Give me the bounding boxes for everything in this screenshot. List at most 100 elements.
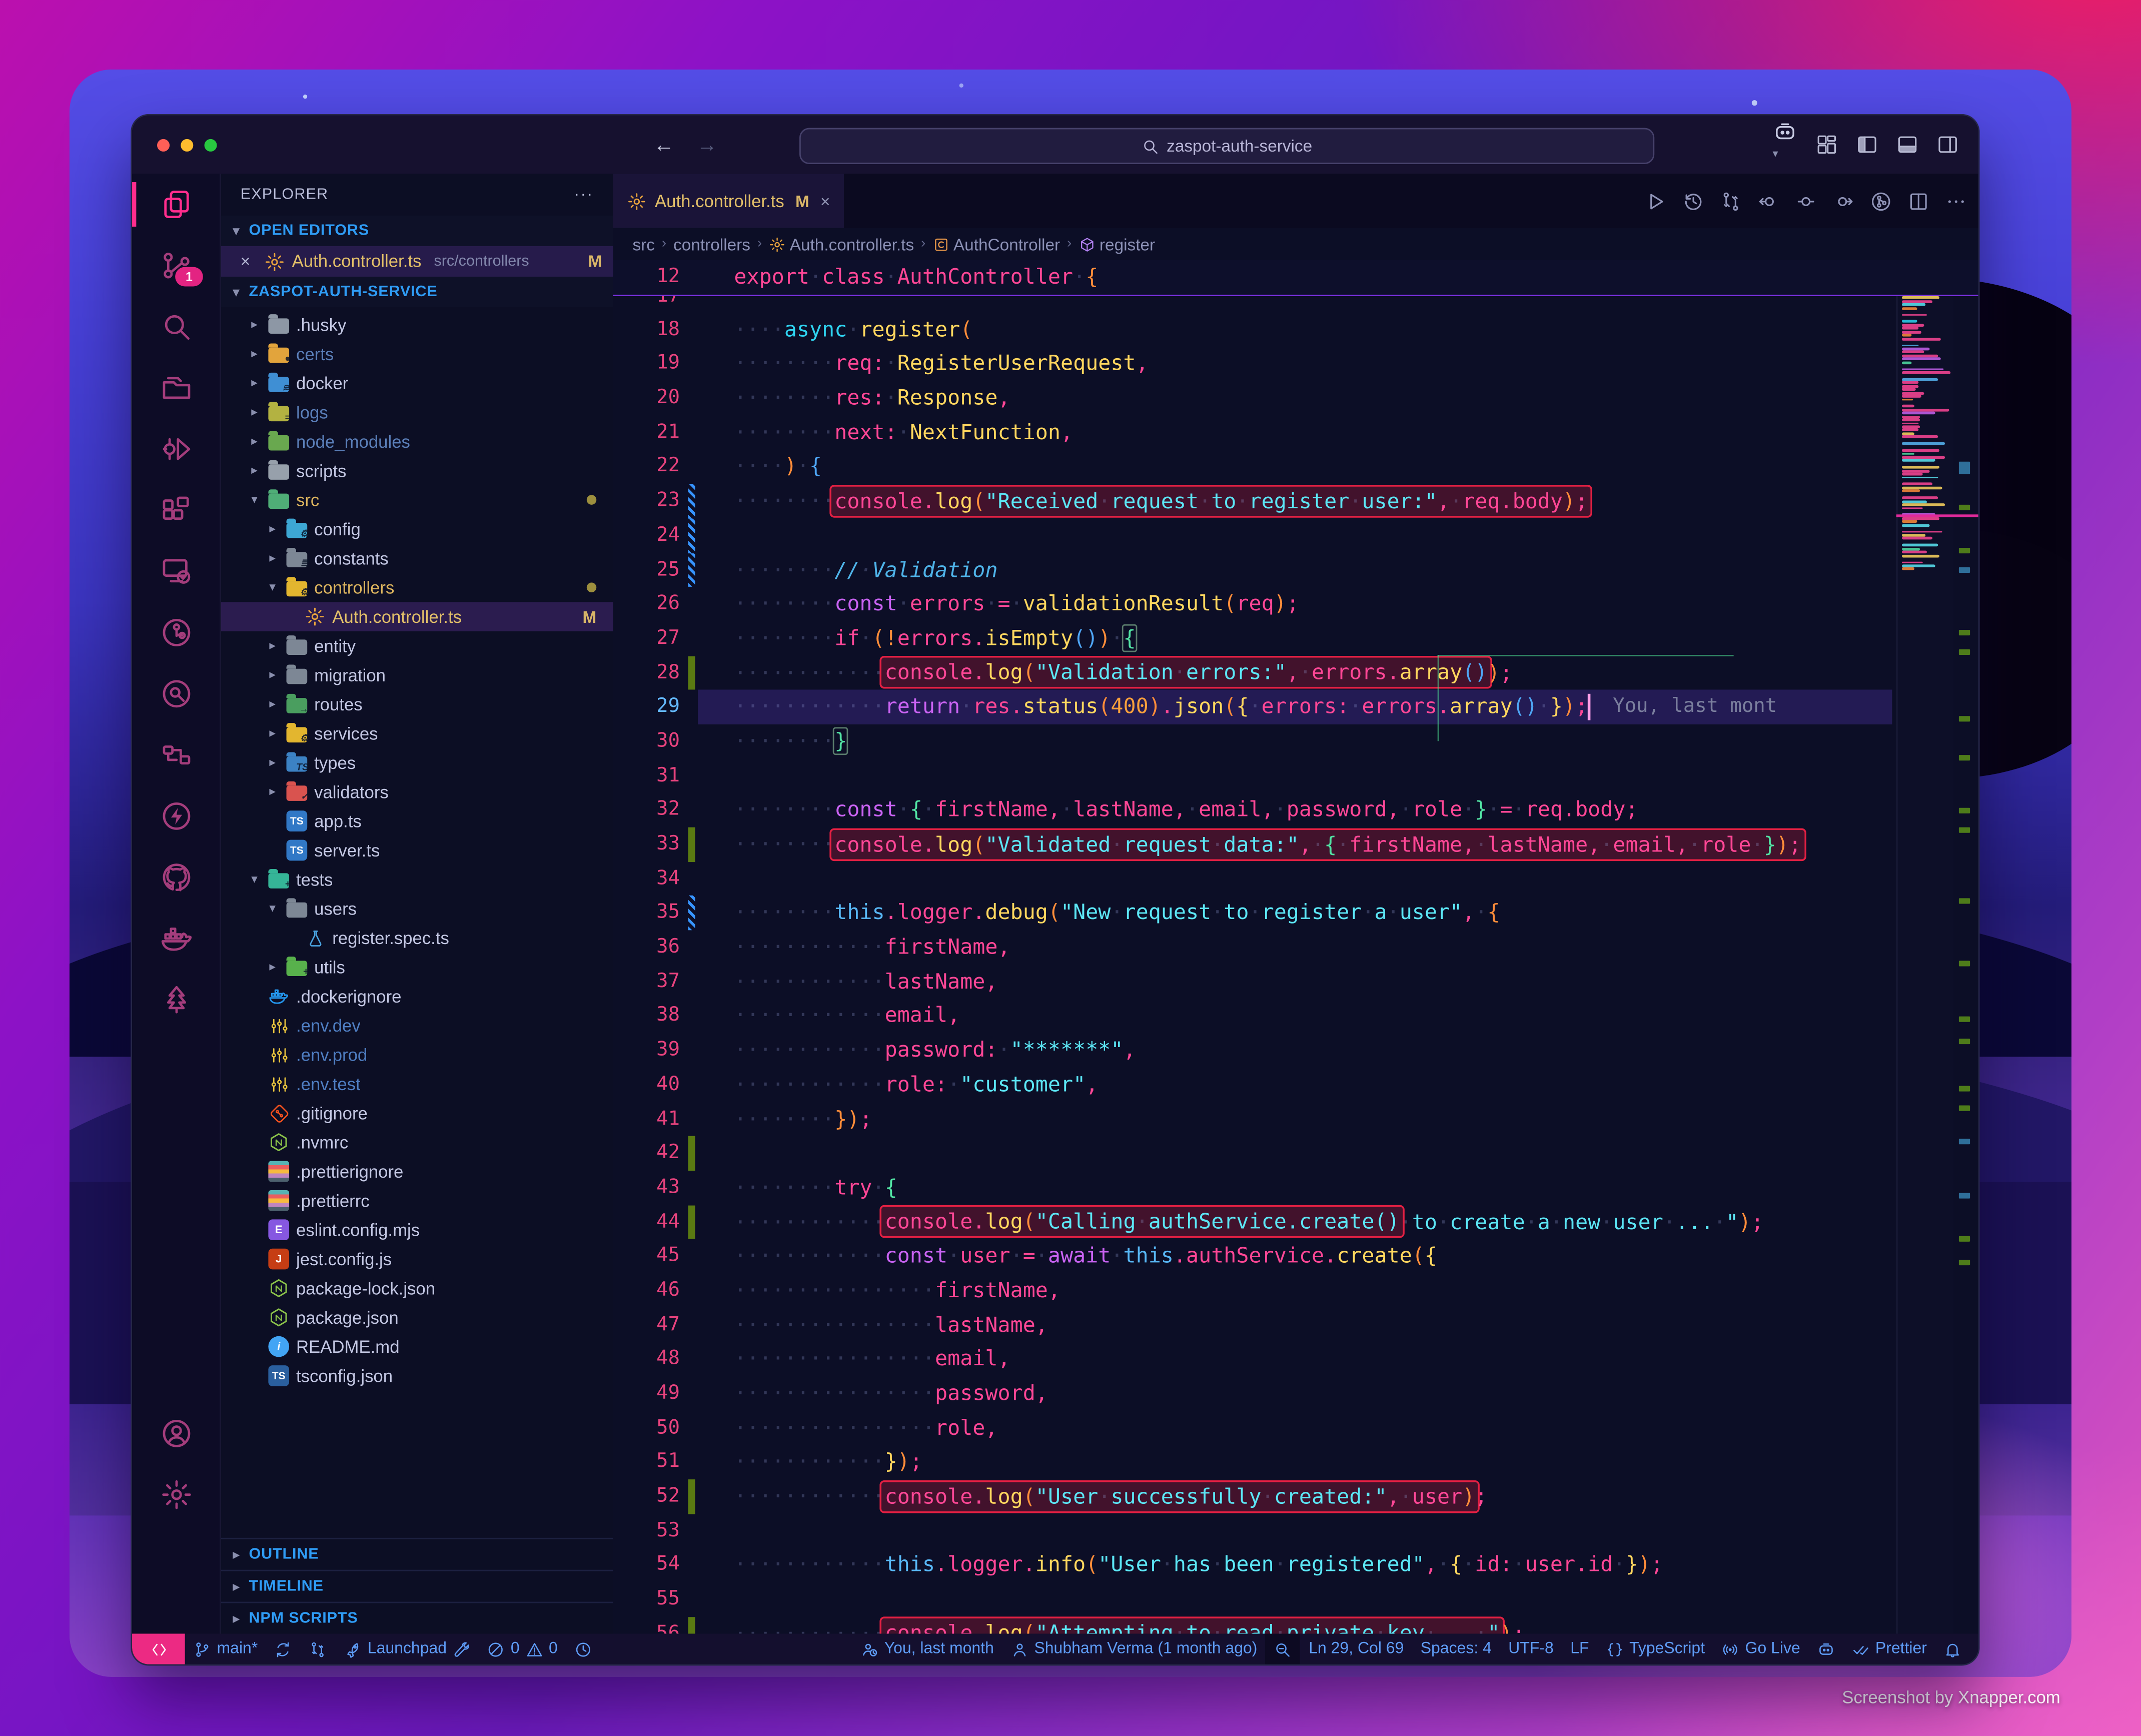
status-copilot[interactable] [1809, 1634, 1843, 1664]
tree-item-.husky[interactable]: ▸ .husky [221, 310, 613, 339]
minimap[interactable] [1896, 260, 1955, 1634]
code-line-18[interactable]: 18····async·register( [613, 312, 1978, 347]
code-line-50[interactable]: 50················role, [613, 1411, 1978, 1445]
breadcrumb-src[interactable]: src [633, 234, 655, 254]
more-icon[interactable] [1945, 190, 1967, 212]
code-line-37[interactable]: 37············lastName, [613, 965, 1978, 999]
code-line-52[interactable]: 52············console.log("User·successf… [613, 1479, 1978, 1514]
status-spaces-4[interactable]: Spaces: 4 [1412, 1634, 1500, 1664]
tree-item-package.json[interactable]: package.json [221, 1303, 613, 1332]
activity-git-workflow-icon[interactable] [132, 724, 220, 785]
tree-item-config[interactable]: ▸ ⚙ config [221, 514, 613, 543]
code-line-39[interactable]: 39············password:·"*******", [613, 1033, 1978, 1068]
tree-item-.env.prod[interactable]: .env.prod [221, 1040, 613, 1069]
code-line-32[interactable]: 32········const·{·firstName,·lastName,·e… [613, 793, 1978, 827]
tree-item-register.spec.ts[interactable]: register.spec.ts [221, 923, 613, 952]
code-line-34[interactable]: 34 [613, 861, 1978, 896]
tree-item-README.md[interactable]: i README.md [221, 1332, 613, 1361]
tree-item-users[interactable]: ▾ users [221, 894, 613, 923]
code-line-44[interactable]: 44············console.log("Calling·authS… [613, 1205, 1978, 1239]
tree-item-scripts[interactable]: ▸ scripts [221, 456, 613, 485]
status-bell[interactable] [1935, 1634, 1970, 1664]
tree-item-jest.config.js[interactable]: J jest.config.js [221, 1244, 613, 1273]
minimize-window-button[interactable] [181, 139, 193, 151]
tree-item-.env.dev[interactable]: .env.dev [221, 1011, 613, 1040]
close-window-button[interactable] [157, 139, 170, 151]
tree-item-app.ts[interactable]: TS app.ts [221, 806, 613, 835]
code-line-54[interactable]: 54············this.logger.info("User·has… [613, 1548, 1978, 1582]
activity-explorer-icon[interactable] [132, 174, 220, 235]
tree-item-src[interactable]: ▾ src [221, 485, 613, 514]
nav-forward-icon[interactable] [1832, 190, 1854, 212]
nav-back-icon[interactable] [1757, 190, 1779, 212]
code-line-28[interactable]: 28············console.log("Validation·er… [613, 656, 1978, 690]
tree-item-certs[interactable]: ▸ ● certs [221, 339, 613, 368]
code-line-42[interactable]: 42 [613, 1136, 1978, 1171]
tree-item-migration[interactable]: ▸ migration [221, 660, 613, 689]
activity-account-icon[interactable] [132, 1403, 220, 1464]
status-prettier[interactable]: Prettier [1843, 1634, 1935, 1664]
tree-item-Auth.controller.ts[interactable]: Auth.controller.ts M [221, 602, 613, 631]
code-line-22[interactable]: 22····)·{ [613, 450, 1978, 484]
activity-file-explorer-alt-icon[interactable] [132, 357, 220, 418]
tree-item-utils[interactable]: ▸ + utils [221, 953, 613, 982]
history-back-button[interactable]: ← [653, 133, 674, 156]
code-line-24[interactable]: 24 [613, 518, 1978, 553]
activity-search-icon[interactable] [132, 296, 220, 357]
history-icon[interactable] [1682, 190, 1704, 212]
code-editor[interactable]: 12export·class·AuthController·{1718····a… [613, 260, 1978, 1634]
tree-item-.dockerignore[interactable]: .dockerignore [221, 982, 613, 1011]
code-line-53[interactable]: 53 [613, 1514, 1978, 1548]
code-line-25[interactable]: 25········//·Validation [613, 553, 1978, 587]
tab-au th-controller[interactable]: Auth.controller.ts M × [613, 174, 844, 228]
split-editor-icon[interactable] [1907, 190, 1929, 212]
tree-item-.prettierrc[interactable]: .prettierrc [221, 1186, 613, 1215]
code-line-45[interactable]: 45············const·user·=·await·this.au… [613, 1239, 1978, 1274]
copilot-icon[interactable]: ▾ [1772, 120, 1797, 170]
activity-source-control-icon[interactable]: 1 [132, 235, 220, 296]
section-timeline[interactable]: ▸TIMELINE [221, 1570, 613, 1602]
tree-item-validators[interactable]: ▸ ✓ validators [221, 777, 613, 806]
code-line-27[interactable]: 27········if·(!errors.isEmpty())·{ [613, 621, 1978, 656]
activity-settings-icon[interactable] [132, 1464, 220, 1525]
status-go-live[interactable]: Go Live [1713, 1634, 1809, 1664]
activity-run-debug-icon[interactable] [132, 419, 220, 480]
status-0[interactable]: 00 [479, 1634, 566, 1664]
code-line-38[interactable]: 38············email, [613, 999, 1978, 1034]
tree-item-.nvmrc[interactable]: .nvmrc [221, 1128, 613, 1157]
code-line-55[interactable]: 55 [613, 1582, 1978, 1617]
history-forward-button[interactable]: → [696, 133, 717, 156]
tab-close-icon[interactable]: × [820, 191, 830, 211]
panel-left-icon[interactable] [1856, 134, 1878, 156]
breadcrumb-AuthController[interactable]: AuthController [932, 234, 1060, 254]
status-sync[interactable] [266, 1634, 301, 1664]
code-line-17[interactable]: 17 [613, 296, 1978, 312]
tree-item-package-lock.json[interactable]: package-lock.json [221, 1274, 613, 1303]
remote-indicator-button[interactable] [132, 1634, 185, 1664]
activity-github-icon[interactable] [132, 847, 220, 908]
tree-item-types[interactable]: ▸ TS types [221, 748, 613, 777]
tree-item-node-modules[interactable]: ▸ node_modules [221, 427, 613, 456]
code-line-43[interactable]: 43········try·{ [613, 1171, 1978, 1205]
section-outline[interactable]: ▸OUTLINE [221, 1538, 613, 1570]
breadcrumb-controllers[interactable]: controllers [673, 234, 750, 254]
code-line-56[interactable]: 56············console.log("Attempting·to… [613, 1617, 1978, 1634]
code-line-36[interactable]: 36············firstName, [613, 930, 1978, 965]
open-editors-header[interactable]: ▾ OPEN EDITORS [221, 216, 613, 246]
tree-item-services[interactable]: ▸ ⚙ services [221, 719, 613, 748]
explorer-more-actions-button[interactable]: ··· [574, 186, 594, 203]
panel-right-icon[interactable] [1936, 134, 1958, 156]
activity-gitlens-inspect-icon[interactable] [132, 663, 220, 724]
tree-item-.prettierignore[interactable]: .prettierignore [221, 1157, 613, 1186]
code-line-51[interactable]: 51············}); [613, 1445, 1978, 1480]
tree-item-logs[interactable]: ▸ ≡ logs [221, 398, 613, 427]
status-you-last-month[interactable]: You, last month [852, 1634, 1002, 1664]
code-line-33[interactable]: 33········console.log("Validated·request… [613, 827, 1978, 862]
tree-item-tsconfig.json[interactable]: TS tsconfig.json [221, 1361, 613, 1390]
status-lf[interactable]: LF [1562, 1634, 1598, 1664]
code-line-40[interactable]: 40············role:·"customer", [613, 1068, 1978, 1102]
code-line-30[interactable]: 30········} [613, 724, 1978, 759]
code-line-20[interactable]: 20········res:·Response, [613, 381, 1978, 416]
layout-grid-icon[interactable] [1816, 134, 1838, 156]
activity-remote-explorer-icon[interactable] [132, 541, 220, 602]
